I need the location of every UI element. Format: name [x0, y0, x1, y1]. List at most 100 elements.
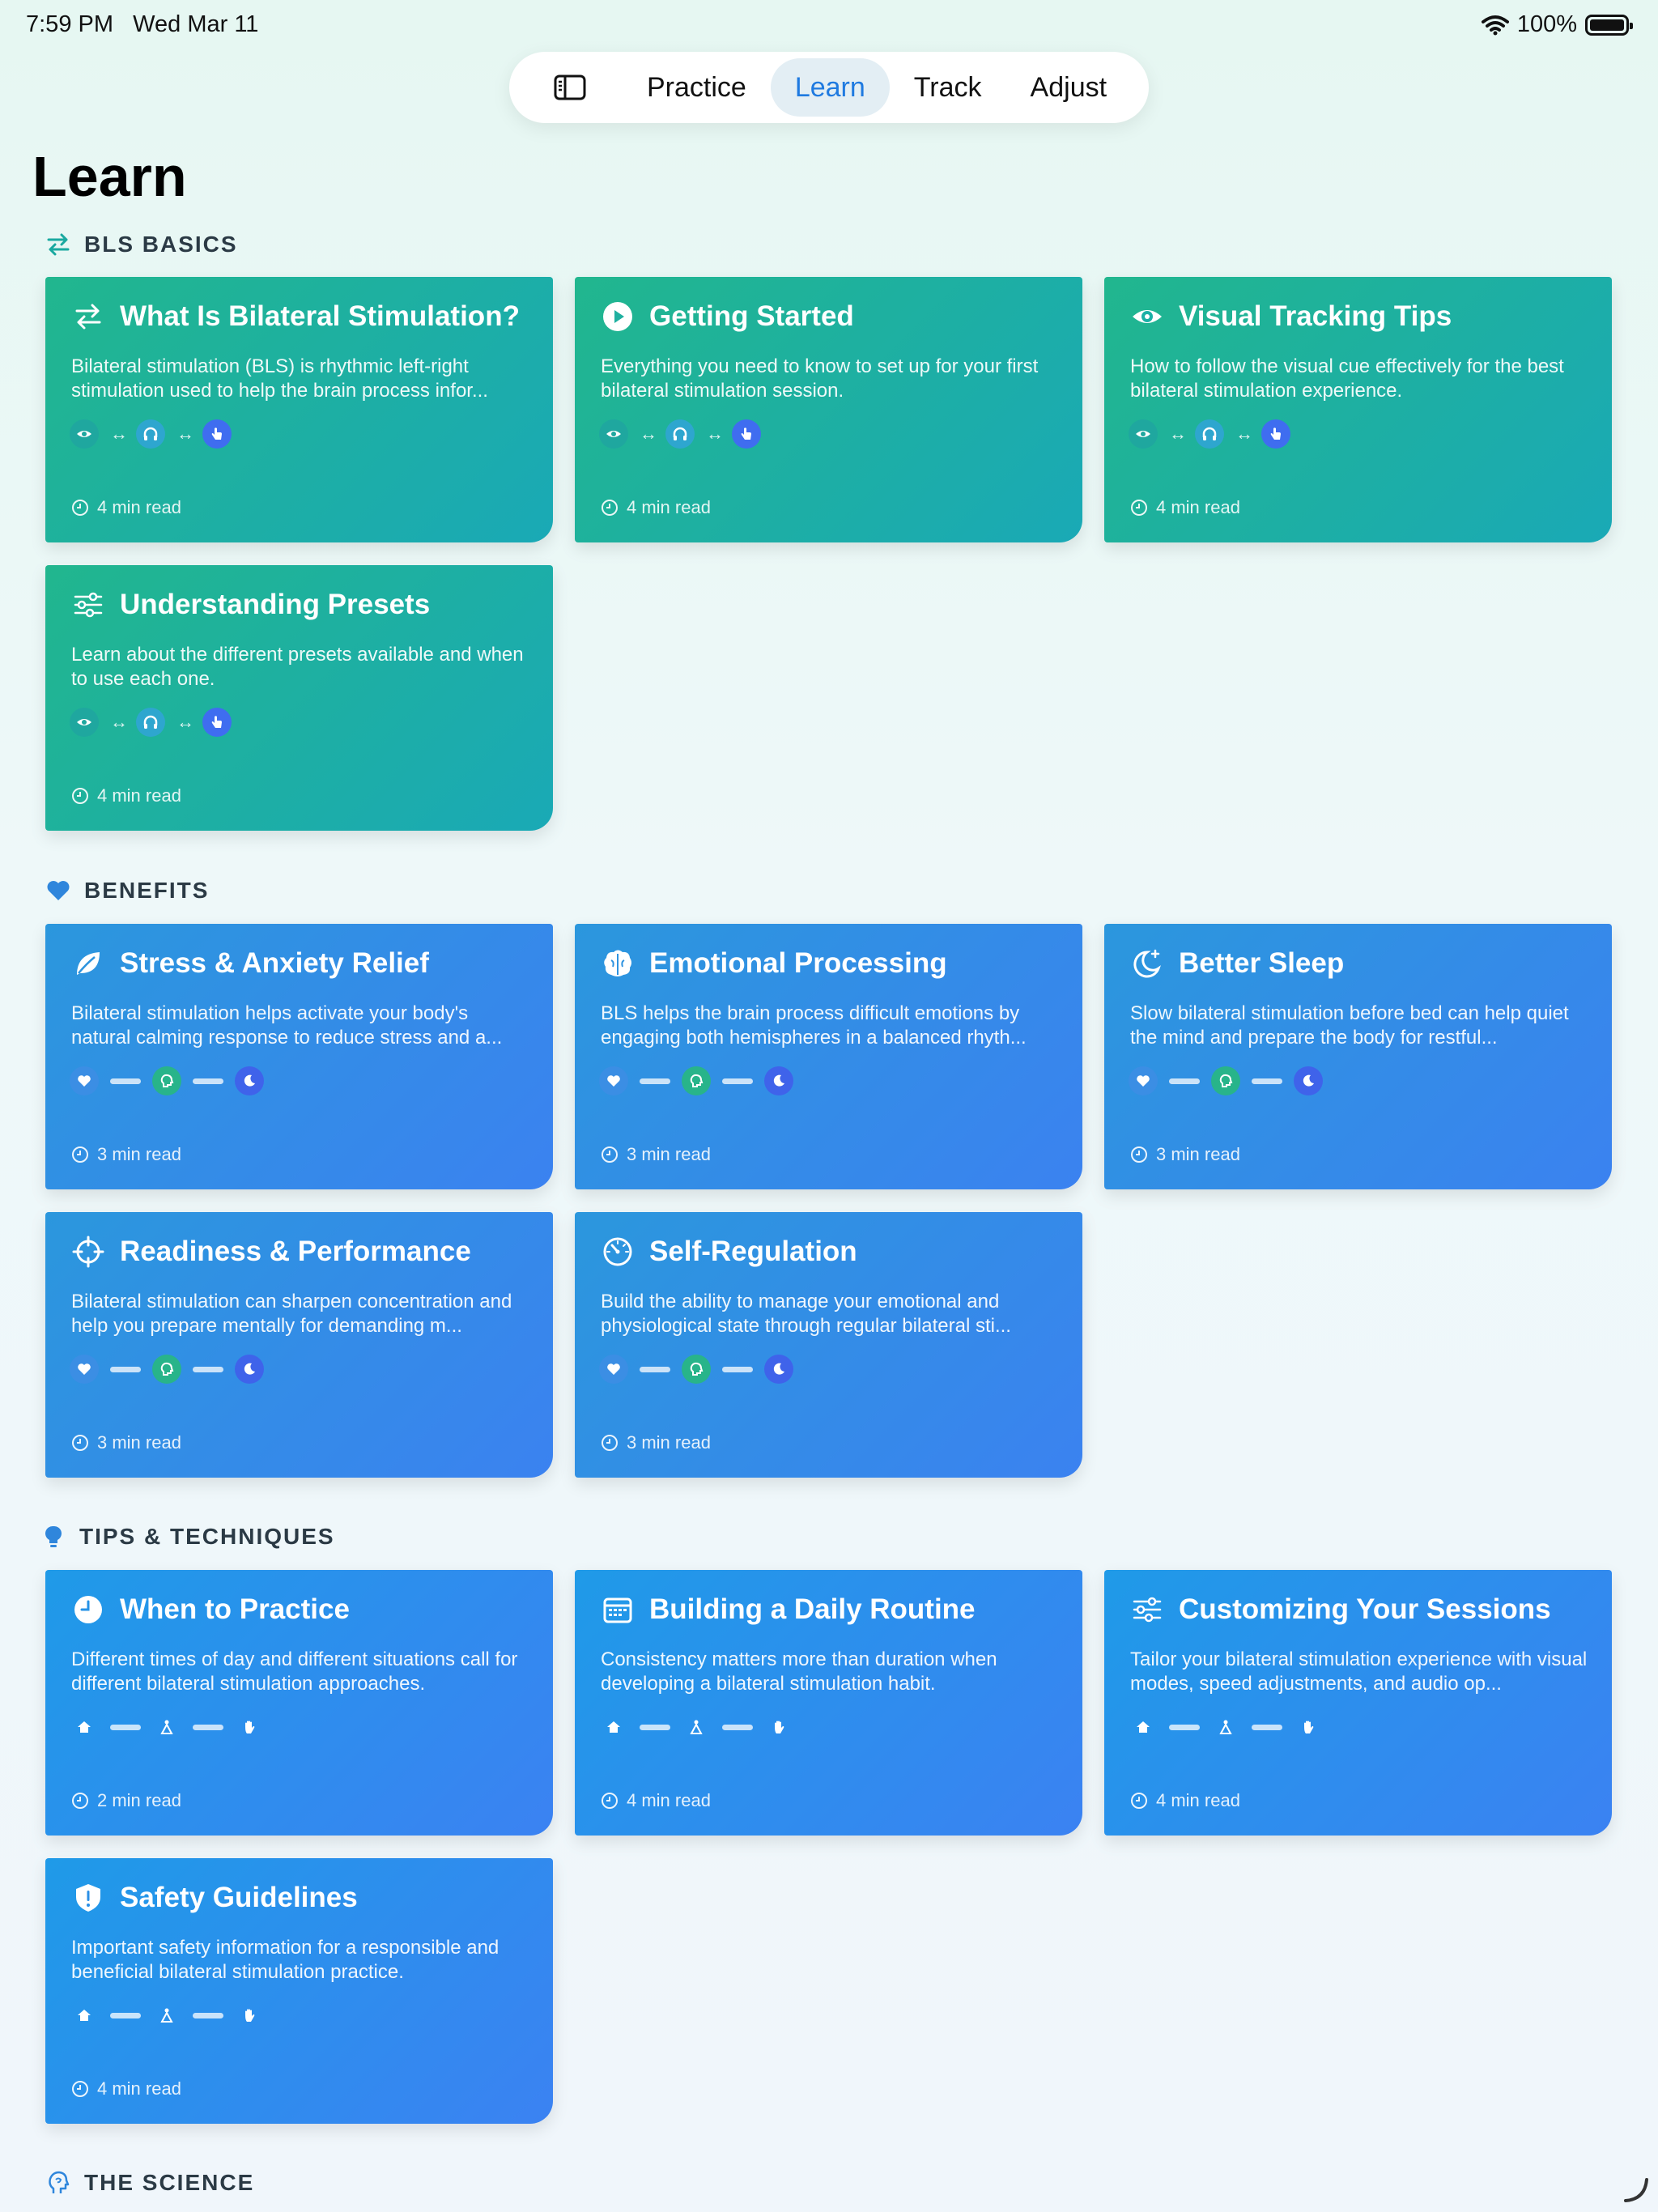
clock-icon	[1131, 1146, 1147, 1163]
divider-dash	[193, 1366, 223, 1372]
brain-icon	[601, 946, 635, 981]
divider-dash	[640, 1078, 670, 1084]
arrow-icon: ↔	[640, 423, 657, 444]
status-clock: 7:59 PM	[26, 11, 113, 37]
benefit-row	[1129, 1066, 1323, 1095]
figure-icon	[152, 1712, 181, 1742]
read-time-text: 3 min read	[1156, 1144, 1240, 1164]
card-description-text: Different times of day and different sit…	[71, 1648, 518, 1695]
divider-dash	[110, 1078, 141, 1084]
bilateral-arrows-icon	[47, 233, 70, 256]
modality-row: ↔ ↔	[70, 708, 232, 737]
head-icon	[682, 1355, 711, 1384]
moon-icon	[235, 1066, 264, 1095]
article-card-getting-started[interactable]: Getting Started Everything you need to k…	[575, 277, 1082, 542]
arrow-icon: ↔	[110, 423, 128, 444]
article-card-understanding-presets[interactable]: Understanding Presets Learn about the di…	[45, 565, 553, 831]
tab-adjust[interactable]: Adjust	[1006, 58, 1132, 117]
status-time: 7:59 PM Wed Mar 11	[26, 11, 258, 38]
window-resize-handle[interactable]	[1621, 2175, 1650, 2204]
article-card-emotional-processing[interactable]: Emotional Processing BLS helps the brain…	[575, 924, 1082, 1189]
read-time: 2 min read	[71, 1790, 181, 1811]
moon-icon	[235, 1355, 264, 1384]
lightbulb-icon	[45, 1525, 62, 1547]
leaf-icon	[71, 946, 105, 981]
article-card-what-is-bls[interactable]: What Is Bilateral Stimulation? Bilateral…	[45, 277, 553, 542]
section-header-tips: TIPS & TECHNIQUES	[40, 1524, 335, 1550]
house-icon	[599, 1712, 628, 1742]
article-card-readiness[interactable]: Readiness & Performance Bilateral stimul…	[45, 1212, 553, 1478]
card-description: Build the ability to manage your emotion…	[601, 1290, 1062, 1338]
gauge-icon	[601, 1235, 635, 1269]
read-time: 3 min read	[71, 1144, 181, 1165]
crosshair-icon	[71, 1235, 105, 1269]
moon-icon	[1294, 1066, 1323, 1095]
tab-track[interactable]: Track	[890, 58, 1006, 117]
card-description: Slow bilateral stimulation before bed ca…	[1130, 1002, 1592, 1050]
clock-icon	[602, 1435, 618, 1451]
moon-stars-icon	[1130, 946, 1164, 981]
clock-icon	[72, 788, 88, 804]
divider-dash	[722, 1724, 753, 1730]
card-description: Bilateral stimulation (BLS) is rhythmic …	[71, 355, 533, 403]
section-header-bls-basics: BLS BASICS	[45, 232, 238, 257]
card-title: Safety Guidelines	[120, 1882, 358, 1913]
card-description: Different times of day and different sit…	[71, 1648, 533, 1696]
read-time-text: 3 min read	[627, 1432, 711, 1453]
article-card-stress-relief[interactable]: Stress & Anxiety Relief Bilateral stimul…	[45, 924, 553, 1189]
card-description: Everything you need to know to set up fo…	[601, 355, 1062, 403]
divider-dash	[722, 1366, 753, 1372]
modality-row: ↔ ↔	[70, 419, 232, 449]
article-card-self-regulation[interactable]: Self-Regulation Build the ability to man…	[575, 1212, 1082, 1478]
hand-icon	[764, 1712, 793, 1742]
clock-icon	[1131, 500, 1147, 516]
read-time: 4 min read	[601, 1790, 711, 1811]
clock-icon	[602, 1146, 618, 1163]
card-description: Learn about the different presets availa…	[71, 643, 533, 691]
wifi-icon	[1481, 15, 1509, 35]
read-time-text: 3 min read	[627, 1144, 711, 1164]
top-navigation: Practice Learn Track Adjust	[509, 52, 1149, 123]
hand-icon	[235, 2001, 264, 2030]
tab-practice[interactable]: Practice	[623, 58, 771, 117]
read-time-text: 4 min read	[97, 2078, 181, 2099]
section-title: BENEFITS	[84, 878, 210, 903]
sidebar-toggle-button[interactable]	[517, 58, 623, 117]
read-time-text: 4 min read	[1156, 497, 1240, 517]
read-time: 4 min read	[71, 2078, 181, 2099]
tab-learn[interactable]: Learn	[770, 58, 890, 117]
article-card-when-to-practice[interactable]: When to Practice Different times of day …	[45, 1570, 553, 1836]
divider-dash	[640, 1724, 670, 1730]
context-row	[599, 1712, 793, 1742]
clock-icon	[72, 1435, 88, 1451]
article-card-visual-tracking[interactable]: Visual Tracking Tips How to follow the v…	[1104, 277, 1612, 542]
context-row	[70, 2001, 264, 2030]
status-bar: 7:59 PM Wed Mar 11 100%	[0, 0, 1658, 52]
clock-icon	[602, 1793, 618, 1809]
head-icon	[152, 1066, 181, 1095]
house-icon	[1129, 1712, 1158, 1742]
tap-hand-icon	[732, 419, 761, 449]
battery-percent: 100%	[1516, 11, 1577, 37]
card-title: Readiness & Performance	[120, 1236, 471, 1267]
bilateral-arrows-icon	[71, 300, 105, 334]
card-description: Consistency matters more than duration w…	[601, 1648, 1062, 1696]
card-title: Getting Started	[649, 300, 854, 332]
context-row	[1129, 1712, 1323, 1742]
read-time: 4 min read	[71, 785, 181, 806]
clock-icon	[72, 500, 88, 516]
eye-icon	[599, 419, 628, 449]
read-time-text: 3 min read	[97, 1432, 181, 1453]
benefit-row	[70, 1355, 264, 1384]
clock-icon	[1131, 1793, 1147, 1809]
article-card-safety-guidelines[interactable]: Safety Guidelines Important safety infor…	[45, 1858, 553, 2124]
read-time: 3 min read	[1130, 1144, 1240, 1165]
read-time: 4 min read	[1130, 1790, 1240, 1811]
section-title: TIPS & TECHNIQUES	[79, 1524, 335, 1549]
article-card-customizing-sessions[interactable]: Customizing Your Sessions Tailor your bi…	[1104, 1570, 1612, 1836]
heart-icon	[599, 1066, 628, 1095]
article-card-daily-routine[interactable]: Building a Daily Routine Consistency mat…	[575, 1570, 1082, 1836]
divider-dash	[110, 1366, 141, 1372]
card-description-text: Bilateral stimulation can sharpen concen…	[71, 1291, 512, 1337]
article-card-better-sleep[interactable]: Better Sleep Slow bilateral stimulation …	[1104, 924, 1612, 1189]
